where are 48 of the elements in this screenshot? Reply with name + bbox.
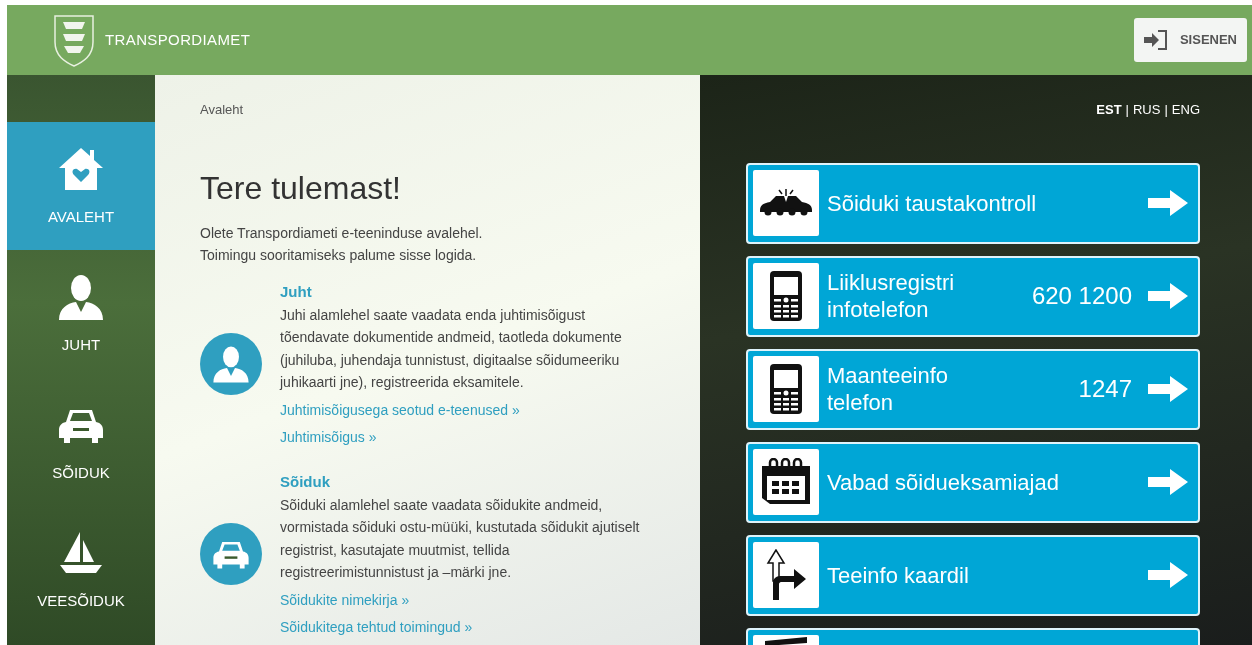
service-tile[interactable]: Liiklusregistri infotelefon 620 1200	[746, 255, 1200, 337]
section-link[interactable]: Juhtimisõigus »	[280, 425, 377, 448]
service-tile[interactable]: Teeinfo kaardil	[746, 534, 1200, 616]
intro-text: Olete Transpordiameti e-teeninduse avalehel.	[200, 223, 484, 243]
section-title: Juht	[280, 281, 313, 302]
tile-title: Maanteeinfo	[827, 362, 950, 389]
tile-title: Liiklusregistri	[827, 269, 956, 296]
arrow-right-icon	[1148, 562, 1188, 588]
turn-right-sign-icon	[764, 549, 808, 601]
language-link[interactable]: RUS	[1133, 100, 1161, 120]
sign-in-icon	[1143, 30, 1168, 50]
separator: |	[1125, 101, 1129, 119]
service-tile[interactable]: Sõiduki taustakontroll	[746, 162, 1200, 244]
section-text: Juhi alamlehel saate vaadata enda juhtimisõigust tõendavate dokumentide andmeid, taotleda dokumente (juhiluba, juhendaja tunnistust, digitaalse sõidumeeriku juhikaarti jne), registreerida eksamitele.	[280, 305, 623, 392]
section-link[interactable]: Sõidukitega tehtud toimingud »	[280, 615, 473, 638]
phone-number: 620 1200	[1031, 281, 1132, 311]
separator: |	[1164, 101, 1168, 119]
tile-title: Sõiduki taustakontroll	[827, 189, 1038, 217]
breadcrumb: Avaleht	[200, 101, 245, 119]
section-title: Sõiduk	[280, 471, 331, 492]
login-button[interactable]: SISENEN	[1133, 18, 1247, 62]
sidebar-item[interactable]: AVALEHT	[7, 122, 155, 250]
sidebar-item[interactable]: JUHT	[7, 250, 155, 378]
tile-title: Teeinfo kaardil	[827, 561, 970, 589]
brand-name: TRANSPORDIAMET	[105, 29, 251, 50]
service-tile[interactable]: Vabad sõidueksamiajad	[746, 441, 1200, 523]
tile-title: Vabad sõidueksamiajad	[827, 468, 1060, 496]
tile-title: telefon	[827, 389, 895, 416]
mobile-phone-icon	[769, 270, 803, 322]
section-text: Sõiduki alamlehel saate vaadata sõidukite andmeid, vormistada sõiduki ostu-müüki, kustutada sõidukit ajutiselt registrist, kasutajate muutmist, tellida registreerimistunnistust ja –märki jne.	[280, 495, 641, 582]
arrow-right-icon	[1148, 376, 1188, 402]
language-link[interactable]: EST	[1096, 100, 1122, 120]
calendar-icon	[760, 458, 812, 506]
sidebar-item[interactable]: SÕIDUK	[7, 378, 155, 506]
section-link[interactable]: Sõidukite nimekirja »	[280, 588, 410, 611]
section-link[interactable]: Juhtimisõigusega seotud e-teenused »	[280, 398, 520, 421]
language-link[interactable]: ENG	[1171, 100, 1200, 120]
mobile-phone-icon	[769, 363, 803, 415]
sidebar-item[interactable]: VEESÕIDUK	[7, 506, 155, 634]
intro-text: Toimingu sooritamiseks palume sisse logida.	[200, 245, 478, 265]
service-tile[interactable]: Maanteeinfo telefon 1247	[746, 348, 1200, 430]
arrow-right-icon	[1148, 283, 1188, 309]
phone-number: 1247	[1078, 374, 1132, 404]
page-heading: Tere tulemast!	[200, 171, 402, 204]
arrow-right-icon	[1148, 190, 1188, 216]
arrow-right-icon	[1148, 469, 1188, 495]
tile-title: infotelefon	[827, 296, 930, 323]
car-crash-icon	[758, 188, 814, 218]
